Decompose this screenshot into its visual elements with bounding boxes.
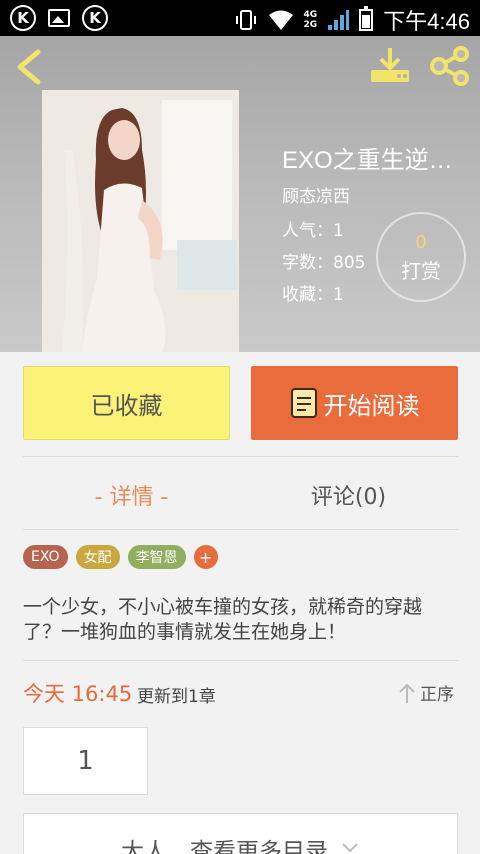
vibrate-icon [235,10,256,30]
book-header: EXO之重生逆… 顾态凉西 人气：1 字数：805 收藏：1 0 打赏 [0,36,480,352]
start-reading-button[interactable]: 开始阅读 [251,366,458,440]
wifi-icon [268,10,293,30]
network-type: 4G 2G [304,10,318,30]
book-author[interactable]: 顾态凉西 [282,182,350,207]
k-app-icon: K [10,5,36,31]
back-icon[interactable] [12,46,46,88]
divider [23,529,458,530]
page-selector[interactable]: 1 [23,727,148,795]
download-icon[interactable] [368,46,412,86]
more-catalog-button[interactable]: 大人，查看更多目录 [23,813,458,854]
start-reading-label: 开始阅读 [323,391,420,420]
update-text: 更新到1章 [137,687,216,707]
battery-icon [359,6,374,31]
book-cover[interactable] [42,90,239,352]
more-catalog-label: 大人，查看更多目录 [121,839,328,854]
cover-illustration [42,90,239,352]
word-count-stat: 字数：805 [282,253,366,273]
network-label-2g: 2G [303,20,318,30]
book-title: EXO之重生逆… [282,147,453,174]
tab-detail[interactable]: - 详情 - [23,472,240,518]
sort-label: 正序 [420,685,454,705]
tab-comments[interactable]: 评论(0) [240,472,457,518]
tip-button[interactable]: 0 打赏 [376,212,466,302]
tip-count: 0 [415,232,427,253]
chevron-down-icon [342,843,358,853]
collections-stat: 收藏：1 [282,285,344,305]
tag-lee-ji-eun[interactable]: 李智恩 [127,545,186,569]
add-tag-button[interactable]: + [193,545,218,569]
share-icon[interactable] [428,46,472,86]
popularity-stat: 人气：1 [282,221,344,241]
k-app-icon-2: K [82,5,108,31]
tag-exo[interactable]: EXO [23,545,68,569]
network-label-4g: 4G [303,10,318,20]
divider [23,660,458,661]
update-time: 今天 16:45 [23,682,133,706]
book-synopsis: 一个少女，不小心被车撞的女孩，就稀奇的穿越了？一堆狗血的事情就发生在她身上！ [23,596,423,643]
tag-list: EXO 女配 李智恩 + [23,545,218,569]
divider [23,456,458,457]
signal-icon [328,10,350,30]
image-notification-icon [48,9,70,27]
book-icon [290,388,317,418]
tip-label: 打赏 [401,259,441,283]
status-bar: K K 4G 2G 下午4:46 [0,0,480,36]
up-arrow-icon [399,683,415,703]
clock: 下午4:46 [383,9,470,34]
collected-button[interactable]: 已收藏 [23,366,230,440]
tag-female-supporting[interactable]: 女配 [75,545,120,569]
sort-button[interactable]: 正序 [398,680,454,705]
